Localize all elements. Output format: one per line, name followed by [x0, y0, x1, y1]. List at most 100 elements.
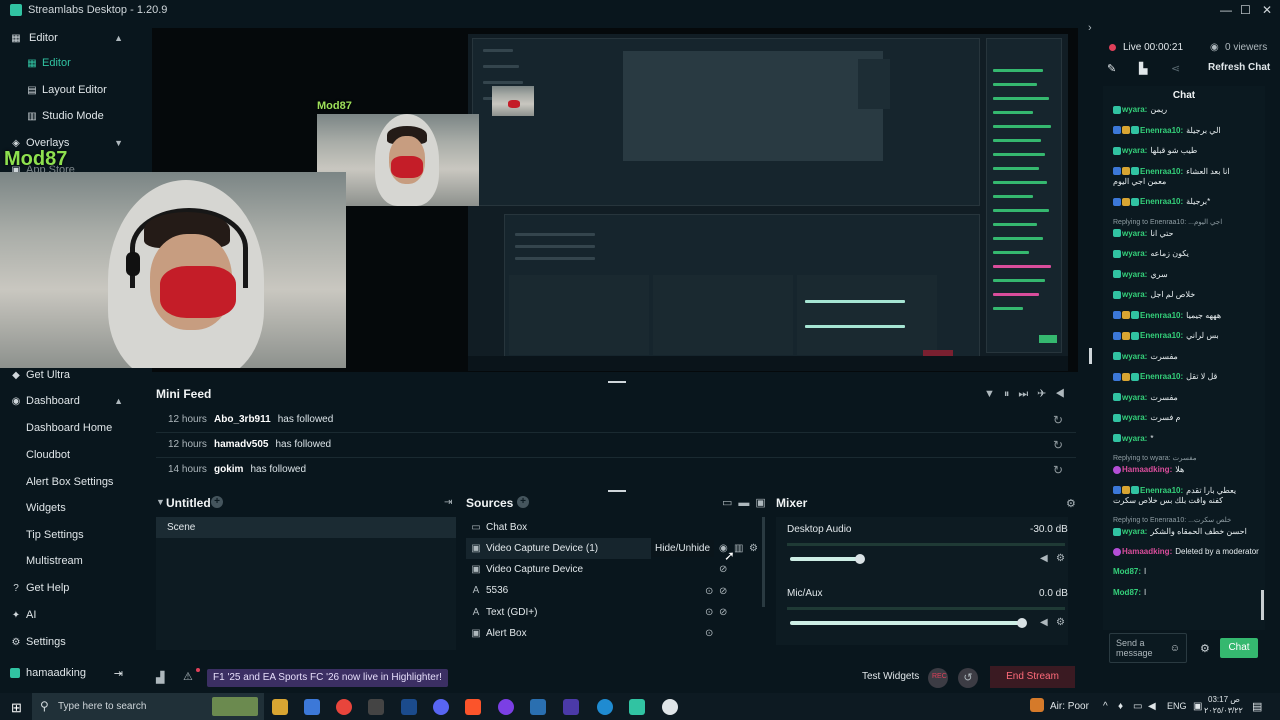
volume-tray-icon[interactable]: ◀: [1148, 701, 1156, 712]
lock-icon[interactable]: ⊙: [705, 586, 713, 597]
microphone-icon[interactable]: ♦: [1118, 701, 1123, 712]
transition-icon[interactable]: ⇥: [444, 497, 452, 508]
share-icon[interactable]: ⋖: [1171, 62, 1180, 75]
chat-input[interactable]: Send a message ☺: [1109, 633, 1187, 663]
replay-buffer-icon[interactable]: ↺: [958, 668, 978, 688]
filter-icon[interactable]: ▼: [984, 388, 1004, 400]
resize-handle[interactable]: [1089, 348, 1092, 364]
sidebar-item-layout-editor[interactable]: ▤ Layout Editor: [0, 78, 133, 102]
sidebar-item-editor-group[interactable]: ▦ Editor ▲: [0, 26, 133, 50]
chevron-down-icon[interactable]: ▼: [156, 497, 165, 507]
chat-username[interactable]: wyara:: [1122, 413, 1147, 422]
lock-icon[interactable]: ⊙: [705, 607, 713, 618]
speaker-icon[interactable]: ◀: [1040, 553, 1048, 564]
scene-item[interactable]: Scene: [156, 517, 456, 538]
chat-scrollbar[interactable]: [1261, 590, 1264, 620]
chat-username[interactable]: Enenraa10:: [1140, 167, 1183, 176]
maximize-icon[interactable]: ☐: [1240, 3, 1251, 17]
chat-username[interactable]: Enenraa10:: [1140, 486, 1183, 495]
chat-username[interactable]: wyara:: [1122, 527, 1147, 536]
chat-username[interactable]: wyara:: [1122, 270, 1147, 279]
chat-username[interactable]: wyara:: [1122, 249, 1147, 258]
source-item-selected[interactable]: ▣ Video Capture Device (1): [466, 538, 651, 559]
sidebar-item-widgets[interactable]: Widgets: [0, 496, 133, 520]
chat-username[interactable]: Enenraa10:: [1140, 372, 1183, 381]
send-chat-button[interactable]: Chat: [1220, 638, 1258, 658]
volume-slider-knob[interactable]: [855, 554, 865, 564]
chat-username[interactable]: Hamaadking:: [1122, 547, 1172, 556]
windows-start-icon[interactable]: ⊞: [11, 700, 22, 716]
pop-out-icon[interactable]: ▙: [1139, 62, 1147, 75]
chat-username[interactable]: Enenraa10:: [1140, 311, 1183, 320]
logout-icon[interactable]: ⇥: [114, 667, 123, 680]
store-app-icon[interactable]: [304, 699, 320, 715]
volume-slider-track[interactable]: [790, 557, 860, 561]
repeat-icon[interactable]: ↻: [1053, 413, 1063, 427]
app-icon[interactable]: [368, 699, 384, 715]
sidebar-item-ai[interactable]: ✦ AI: [0, 603, 133, 627]
sidebar-item-cloudbot[interactable]: Cloudbot: [0, 443, 133, 467]
chat-settings-gear-icon[interactable]: ⚙: [1200, 642, 1210, 655]
repeat-icon[interactable]: ↻: [1053, 463, 1063, 477]
source-item[interactable]: A Text (GDI+): [466, 602, 761, 623]
source-item[interactable]: ▭ Chat Box: [466, 517, 761, 538]
chat-username[interactable]: Enenraa10:: [1140, 331, 1183, 340]
brave-icon[interactable]: [465, 699, 481, 715]
edit-icon[interactable]: ✎: [1107, 62, 1116, 75]
close-icon[interactable]: ✕: [1262, 3, 1272, 17]
source-item[interactable]: A 5536: [466, 580, 761, 601]
clock-time[interactable]: 03:17 ص: [1208, 695, 1240, 704]
chat-username[interactable]: wyara:: [1122, 393, 1147, 402]
end-stream-button[interactable]: End Stream: [990, 666, 1075, 688]
gear-icon[interactable]: ⚙: [1056, 553, 1065, 564]
gear-icon[interactable]: ⚙: [749, 543, 758, 554]
chat-username[interactable]: wyara:: [1122, 105, 1147, 114]
source-item[interactable]: ▣ Video Capture Device: [466, 559, 761, 580]
sidebar-item-dashboard-home[interactable]: Dashboard Home: [0, 416, 133, 440]
taskbar-search-box[interactable]: ⚲ Type here to search: [32, 693, 264, 720]
rec-button[interactable]: REC: [928, 668, 948, 688]
repeat-icon[interactable]: ↻: [1053, 438, 1063, 452]
scrollbar[interactable]: [762, 517, 765, 607]
folder-icon[interactable]: ▬: [738, 497, 755, 509]
minimize-icon[interactable]: —: [1220, 3, 1232, 17]
emoji-icon[interactable]: ☺: [1170, 643, 1180, 654]
sidebar-item-alert-box-settings[interactable]: Alert Box Settings: [0, 470, 133, 494]
user-profile[interactable]: hamaadking ⇥: [0, 661, 133, 685]
source-item[interactable]: ▣ Alert Box: [466, 623, 761, 644]
network-icon[interactable]: ▭: [1133, 701, 1142, 712]
gear-icon[interactable]: ⚙: [1056, 617, 1065, 628]
mute-alerts-icon[interactable]: ✈: [1037, 388, 1055, 400]
webcam-overlay[interactable]: [0, 172, 346, 368]
highlighter-notice[interactable]: F1 '25 and EA Sports FC '26 now live in …: [207, 669, 448, 687]
chat-username[interactable]: wyara:: [1122, 352, 1147, 361]
add-source-icon[interactable]: +: [517, 496, 529, 508]
sidebar-item-editor[interactable]: ▦ Editor: [0, 51, 133, 75]
chrome-icon[interactable]: [336, 699, 352, 715]
app-icon[interactable]: [498, 699, 514, 715]
discord-icon[interactable]: [433, 699, 449, 715]
sidebar-item-multistream[interactable]: Multistream: [0, 549, 133, 573]
chat-username[interactable]: Mod87:: [1113, 567, 1141, 576]
file-explorer-icon[interactable]: [272, 699, 288, 715]
steam-icon[interactable]: [401, 699, 417, 715]
pause-icon[interactable]: ⏸: [1004, 388, 1019, 400]
tray-chevron-icon[interactable]: ^: [1103, 701, 1108, 712]
eye-off-icon[interactable]: ⊘: [719, 607, 727, 618]
chat-username[interactable]: Enenraa10:: [1140, 197, 1183, 206]
gear-icon[interactable]: ⚙: [1066, 497, 1076, 510]
screen-icon[interactable]: ▭: [722, 497, 738, 509]
add-scene-icon[interactable]: +: [211, 496, 223, 508]
chat-username[interactable]: wyara:: [1122, 146, 1147, 155]
clock-date[interactable]: ٢٠٢٥/٠٣/٢٢: [1204, 706, 1243, 715]
monitor-icon[interactable]: ▣: [1193, 701, 1202, 712]
streamlabs-taskbar-icon[interactable]: [629, 699, 645, 715]
chat-username[interactable]: Enenraa10:: [1140, 126, 1183, 135]
chevron-right-icon[interactable]: ›: [1088, 22, 1092, 34]
app-icon[interactable]: [530, 699, 546, 715]
chat-username[interactable]: wyara:: [1122, 290, 1147, 299]
obs-icon[interactable]: [662, 699, 678, 715]
add-folder-icon[interactable]: ▣: [755, 497, 771, 509]
stats-icon[interactable]: ▟: [156, 671, 164, 684]
chat-username[interactable]: Mod87:: [1113, 588, 1141, 597]
